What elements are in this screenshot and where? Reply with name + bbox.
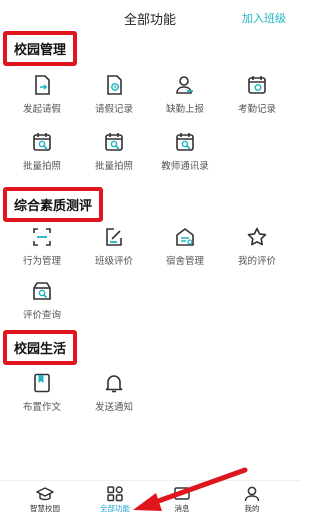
batch-photo-icon [33,133,51,151]
tab-me[interactable]: 我的 [222,486,282,514]
book-icon [34,373,50,393]
grid-item-label: 发送通知 [94,402,133,413]
grid-icon [107,486,123,502]
batch-photo-icon [105,133,123,151]
grid-item-label: 班级评价 [94,256,133,267]
bottom-tab-bar: 智慧校园 全部功能 消息 我的 [0,480,300,520]
grid-item-assign-essay[interactable]: 布置作文 [7,372,77,413]
leave-record-icon [107,75,122,95]
grid-item-label: 请假记录 [94,104,133,115]
grid-item-label: 评价查询 [22,310,61,321]
evaluation-query-icon [33,282,51,300]
tab-label: 消息 [174,504,190,513]
grid-item-evaluation-query[interactable]: 评价查询 [7,280,77,321]
graduation-cap-icon [36,487,54,501]
app-header: 全部功能 加入班级 [0,0,300,34]
grid-item-label: 批量拍照 [22,161,61,172]
grid-item-teacher-contacts[interactable]: 教师通讯录 [150,131,220,172]
tab-messages[interactable]: 消息 [152,486,212,514]
leave-request-icon [35,75,50,95]
attendance-record-icon [248,76,266,94]
section-title-campus-management: 校园管理 [3,31,78,66]
section-title-campus-life: 校园生活 [3,330,78,365]
grid-item-label: 行为管理 [22,256,61,267]
grid-item-label: 宿舍管理 [165,256,204,267]
star-icon [247,227,267,246]
grid-item-label: 考勤记录 [237,104,276,115]
bell-icon [105,375,123,393]
grid-item-label: 布置作文 [22,402,61,413]
grid-item-batch-photo[interactable]: 批量拍照 [7,131,77,172]
grid-item-leave-request[interactable]: 发起请假 [7,74,77,115]
grid-item-label: 我的评价 [237,256,276,267]
absence-report-icon [176,76,193,94]
grid-item-label: 缺勤上报 [165,104,204,115]
behavior-scan-icon [33,228,51,246]
grid-item-class-evaluation[interactable]: 班级评价 [79,226,149,267]
grid-item-send-notice[interactable]: 发送通知 [79,372,149,413]
grid-item-label: 教师通讯录 [161,161,209,172]
message-icon [174,487,190,500]
grid-item-label: 批量拍照 [94,161,133,172]
grid-item-leave-record[interactable]: 请假记录 [79,74,149,115]
grid-item-dormitory-management[interactable]: 宿舍管理 [150,226,220,267]
grid-item-attendance-record[interactable]: 考勤记录 [222,74,292,115]
teacher-contacts-icon [176,133,194,151]
grid-item-label: 发起请假 [22,104,61,115]
tab-all-functions[interactable]: 全部功能 [85,486,145,514]
grid-item-absence-report[interactable]: 缺勤上报 [150,74,220,115]
grid-item-behavior-management[interactable]: 行为管理 [7,226,77,267]
user-icon [244,486,260,502]
class-evaluation-icon [106,228,122,246]
grid-item-my-evaluation[interactable]: 我的评价 [222,226,292,267]
dormitory-icon [176,228,194,246]
tab-label: 全部功能 [100,504,130,513]
section-title-quality-evaluation: 综合素质测评 [3,187,104,222]
tab-label: 智慧校园 [30,504,60,513]
join-class-link[interactable]: 加入班级 [242,10,286,26]
tab-label: 我的 [244,504,260,513]
grid-item-batch-photo-2[interactable]: 批量拍照 [79,131,149,172]
tab-smart-campus[interactable]: 智慧校园 [15,486,75,514]
